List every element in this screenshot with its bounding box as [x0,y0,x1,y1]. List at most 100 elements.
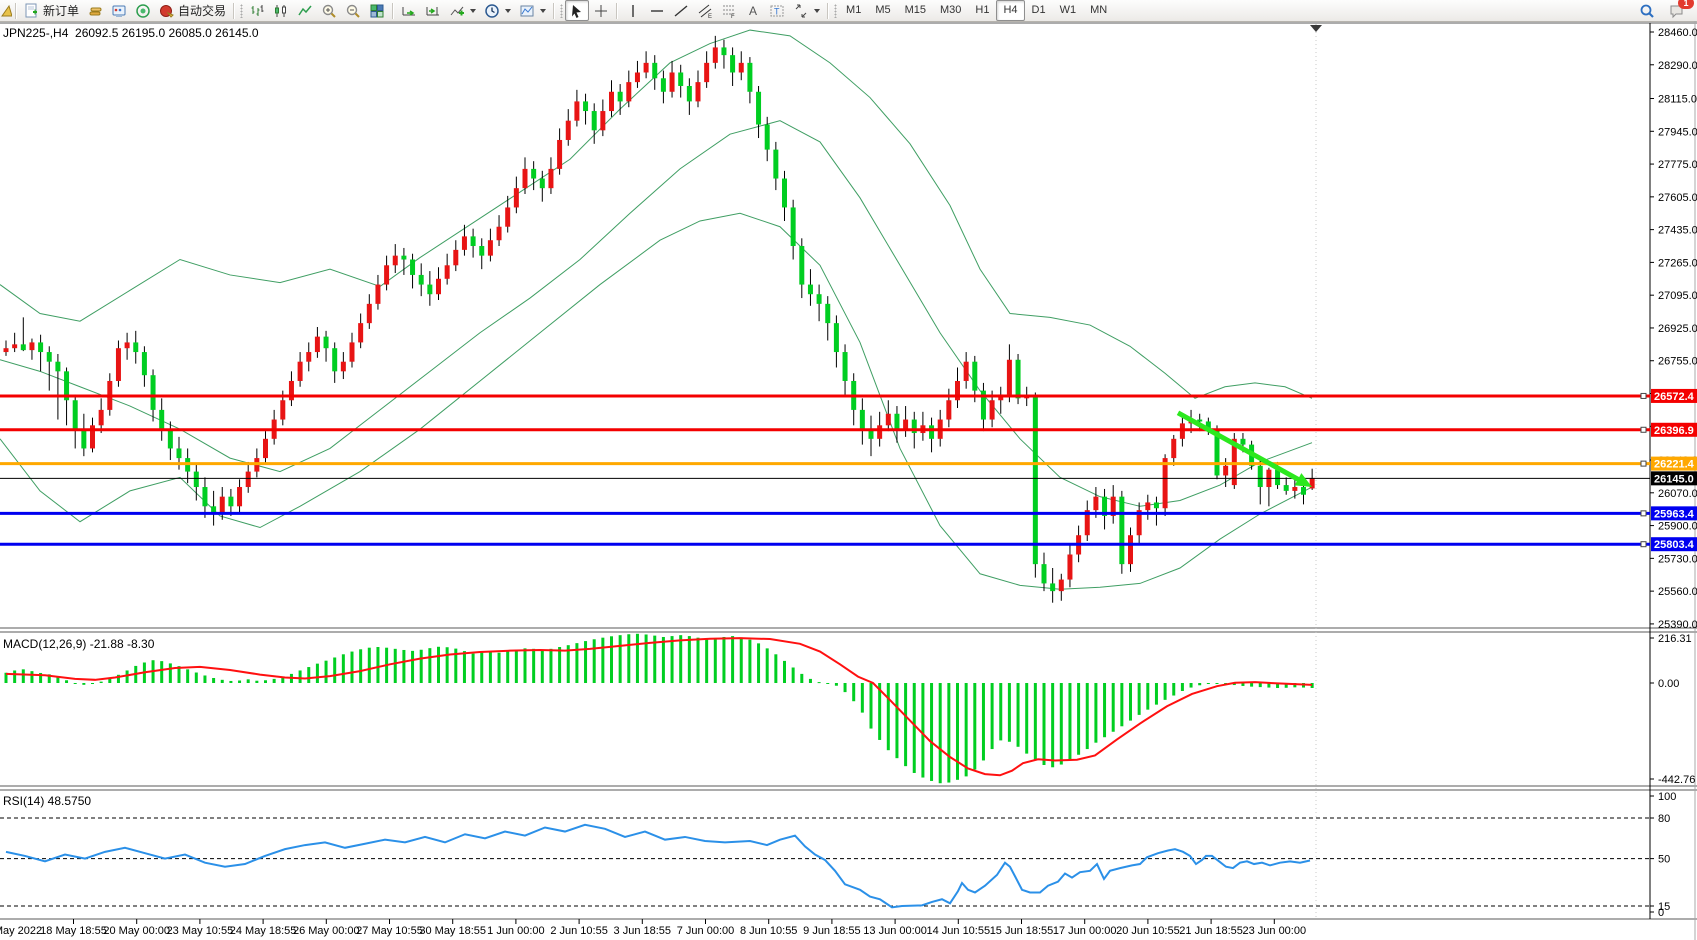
svg-text:26396.9: 26396.9 [1654,425,1694,437]
tile-windows-button[interactable] [365,0,389,21]
svg-text:26145.0: 26145.0 [1654,473,1694,485]
tf-button-m30[interactable]: M30 [933,0,968,21]
autotrading-button[interactable]: 自动交易 [155,0,230,21]
svg-text:13 Jun 00:00: 13 Jun 00:00 [863,925,927,937]
svg-text:25560.0: 25560.0 [1658,586,1697,598]
svg-text:24 May 18:55: 24 May 18:55 [230,925,297,937]
chart-shift-icon [425,3,441,19]
svg-text:2 Jun 10:55: 2 Jun 10:55 [550,925,608,937]
autotrading-icon [159,3,175,19]
panel-frames [0,21,1697,940]
cursor-icon [569,3,585,19]
tf-button-h1[interactable]: H1 [968,0,996,21]
rsi-panel: 1008050150 [0,791,1676,919]
svg-text:50: 50 [1658,854,1670,866]
vertical-line-icon [625,3,641,19]
svg-text:27435.0: 27435.0 [1658,225,1697,237]
terminal-button[interactable] [107,0,131,21]
svg-text:25390.0: 25390.0 [1658,619,1697,631]
price-axis: 28460.028290.028115.027945.027775.027605… [1650,27,1697,631]
arrows-tool-button[interactable] [789,0,824,21]
tf-button-m15[interactable]: M15 [898,0,933,21]
tf-button-m1[interactable]: M1 [839,0,868,21]
crosshair-icon [593,3,609,19]
add-indicator-icon [449,3,465,19]
svg-text:27095.0: 27095.0 [1658,290,1697,302]
candlestick-type-button[interactable] [269,0,293,21]
market-depth-button[interactable] [83,0,107,21]
svg-text:25803.4: 25803.4 [1654,539,1695,551]
tile-windows-icon [369,3,385,19]
svg-text:27265.0: 27265.0 [1658,257,1697,269]
fibonacci-tool-button[interactable]: F [717,0,741,21]
svg-text:26221.4: 26221.4 [1654,459,1695,471]
svg-text:25730.0: 25730.0 [1658,553,1697,565]
svg-text:F: F [731,14,735,19]
equidistant-channel-icon: E [697,3,713,19]
periods-dropdown-caret[interactable] [505,9,511,13]
periods-button[interactable] [480,0,515,21]
toolbar-grip[interactable] [834,4,837,18]
tf-button-w1[interactable]: W1 [1053,0,1084,21]
template-icon [519,3,535,19]
label-tool-button[interactable]: T [765,0,789,21]
channel-tool-button[interactable]: E [693,0,717,21]
text-tool-button[interactable]: A [741,0,765,21]
templates-dropdown-caret[interactable] [540,9,546,13]
bar-chart-type-button[interactable] [245,0,269,21]
trendline-icon [673,3,689,19]
new-order-button[interactable]: 新订单 [20,0,83,21]
svg-text:23 Jun 00:00: 23 Jun 00:00 [1242,925,1306,937]
auto-scroll-button[interactable] [397,0,421,21]
templates-button[interactable] [515,0,550,21]
tf-button-d1[interactable]: D1 [1025,0,1053,21]
svg-text:May 2022: May 2022 [0,925,42,937]
line-chart-type-button[interactable] [293,0,317,21]
toolbar-grip[interactable] [240,4,243,18]
tf-button-h4[interactable]: H4 [996,0,1024,21]
svg-text:14 Jun 10:55: 14 Jun 10:55 [926,925,990,937]
tf-button-mn[interactable]: MN [1083,0,1114,21]
search-button[interactable] [1635,0,1659,21]
svg-text:26572.4: 26572.4 [1654,391,1695,403]
gold-stack-icon [87,3,103,19]
chart-shift-button[interactable] [421,0,445,21]
toolbar-grip[interactable] [560,4,563,18]
toolbar-separator [233,3,235,19]
notifications-button[interactable]: 1 [1665,0,1689,21]
svg-text:27945.0: 27945.0 [1658,126,1697,138]
macd-panel: 216.310.00-442.76 [5,633,1696,786]
crosshair-tool-button[interactable] [589,0,613,21]
zoom-in-icon [321,3,337,19]
toolbar-separator [15,3,17,19]
svg-text:3 Jun 18:55: 3 Jun 18:55 [614,925,672,937]
svg-text:30 May 18:55: 30 May 18:55 [419,925,486,937]
main-toolbar: 新订单 [0,0,1697,22]
svg-text:27605.0: 27605.0 [1658,192,1697,204]
svg-text:26925.0: 26925.0 [1658,323,1697,335]
cursor-tool-button[interactable] [565,0,589,21]
toolbar-separator [616,3,618,19]
zoom-in-button[interactable] [317,0,341,21]
svg-text:20 Jun 10:55: 20 Jun 10:55 [1116,925,1180,937]
indicators-button[interactable] [445,0,480,21]
tf-button-m5[interactable]: M5 [868,0,897,21]
autotrading-label: 自动交易 [178,2,226,19]
horizontal-line-icon [649,3,665,19]
indicators-dropdown-caret[interactable] [470,9,476,13]
horizontal-line-tool-button[interactable] [645,0,669,21]
svg-text:80: 80 [1658,813,1670,825]
svg-text:1 Jun 00:00: 1 Jun 00:00 [487,925,545,937]
zoom-out-button[interactable] [341,0,365,21]
svg-text:21 Jun 18:55: 21 Jun 18:55 [1179,925,1243,937]
signal-button[interactable] [131,0,155,21]
candlestick-icon [273,3,289,19]
chart-canvas[interactable]: 28460.028290.028115.027945.027775.027605… [0,21,1697,940]
svg-text:27 May 10:55: 27 May 10:55 [356,925,423,937]
trendline-tool-button[interactable] [669,0,693,21]
svg-text:25963.4: 25963.4 [1654,508,1695,520]
vertical-line-tool-button[interactable] [621,0,645,21]
rsi-indicator-label: RSI(14) 48.5750 [3,794,91,808]
arrows-dropdown-caret[interactable] [814,9,820,13]
svg-text:E: E [708,14,712,19]
